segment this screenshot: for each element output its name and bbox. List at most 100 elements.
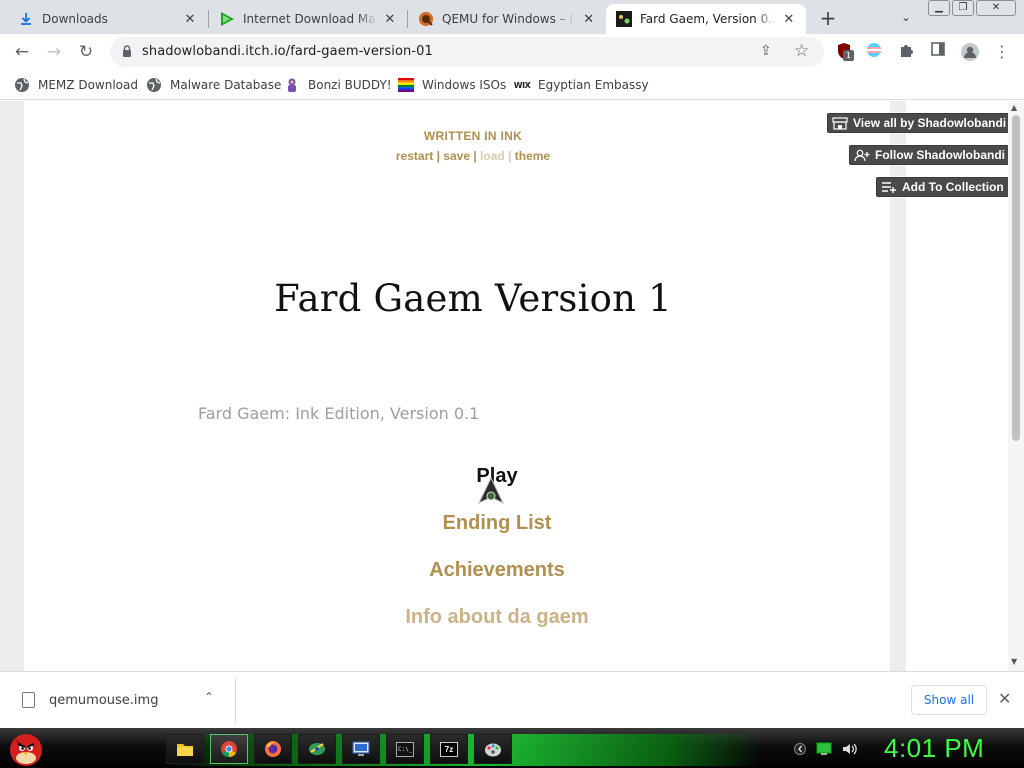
start-button[interactable] (6, 728, 46, 768)
new-tab-button[interactable]: + (816, 7, 840, 31)
itch-storefront-icon (832, 116, 848, 130)
bookmark-malware-database[interactable]: Malware Database (146, 77, 281, 93)
tab-fard-gaem[interactable]: Fard Gaem, Version 0.1 b ✕ (606, 4, 806, 34)
close-icon[interactable]: ✕ (182, 11, 198, 27)
profile-avatar-icon[interactable] (960, 42, 980, 62)
tab-label: Internet Download Mana (243, 12, 377, 26)
browser-toolbar: ← → ↻ shadowlobandi.itch.io/fard-gaem-ve… (0, 34, 1024, 70)
load-link[interactable]: load (480, 149, 505, 163)
download-filename: qemumouse.img (49, 693, 159, 708)
taskbar: C:\_ 7z 4:01 PM (0, 728, 1024, 768)
paint-icon (485, 743, 501, 757)
show-all-downloads-button[interactable]: Show all (911, 685, 987, 715)
add-to-collection-button[interactable]: Add To Collection (876, 177, 1009, 197)
choice-info[interactable]: Info about da gaem (0, 606, 994, 629)
button-label: Follow Shadowlobandi (875, 148, 1005, 162)
game-subtitle: Fard Gaem: Ink Edition, Version 0.1 (198, 404, 480, 423)
extension-badge: 1 (843, 50, 854, 61)
bookmarks-bar: MEMZ Download Malware Database Bonzi BUD… (0, 70, 1024, 100)
ublock-extension-icon[interactable]: 1 (834, 42, 854, 62)
taskbar-command-prompt[interactable]: C:\_ (386, 734, 424, 764)
add-user-icon (854, 148, 870, 162)
close-icon[interactable]: ✕ (383, 11, 397, 27)
cmd-icon: C:\_ (396, 741, 414, 757)
scrollbar-thumb[interactable] (1012, 115, 1020, 441)
tab-label: Downloads (42, 12, 108, 26)
file-icon (22, 692, 35, 708)
share-icon[interactable]: ⇪ (760, 43, 772, 59)
taskbar-firefox[interactable] (254, 734, 292, 764)
tab-downloads[interactable]: Downloads ✕ (8, 4, 208, 34)
restart-link[interactable]: restart (396, 149, 433, 163)
taskbar-paint[interactable] (474, 734, 512, 764)
bookmark-windows-isos[interactable]: Windows ISOs (398, 77, 506, 93)
page-scrollbar[interactable]: ▲ ▼ (1008, 101, 1024, 671)
game-title: Fard Gaem Version 1 (274, 277, 672, 320)
save-link[interactable]: save (443, 149, 470, 163)
bookmark-label: Windows ISOs (422, 78, 507, 92)
download-item[interactable]: qemumouse.img ⌃ (0, 678, 236, 724)
taskbar-7zip[interactable]: 7z (430, 734, 468, 764)
address-bar[interactable]: shadowlobandi.itch.io/fard-gaem-version-… (110, 37, 824, 67)
view-all-by-author-button[interactable]: View all by Shadowlobandi (827, 113, 1012, 133)
pride-extension-icon[interactable] (864, 42, 884, 62)
taskbar-app[interactable] (298, 734, 336, 764)
url-text: shadowlobandi.itch.io/fard-gaem-version-… (142, 44, 433, 59)
bookmark-star-icon[interactable]: ☆ (794, 41, 809, 61)
close-icon[interactable]: ✕ (998, 689, 1011, 708)
mouse-cursor-icon (478, 477, 504, 505)
page-viewport: WRITTEN IN INK restart | save | load | t… (0, 101, 1024, 671)
side-panel-icon[interactable] (928, 42, 948, 62)
theme-link[interactable]: theme (515, 149, 550, 163)
ink-controls: restart | save | load | theme (0, 149, 946, 163)
wix-icon: WIX (513, 80, 531, 90)
scroll-down-icon[interactable]: ▼ (1011, 657, 1017, 666)
taskbar-clock[interactable]: 4:01 PM (884, 733, 984, 764)
close-icon[interactable]: ✕ (581, 11, 596, 27)
close-icon[interactable]: ✕ (782, 11, 796, 27)
button-label: View all by Shadowlobandi (853, 116, 1007, 130)
separator: | (473, 149, 477, 163)
explorer-icon (177, 744, 193, 756)
forward-button[interactable]: → (42, 40, 66, 64)
follow-author-button[interactable]: Follow Shadowlobandi (849, 145, 1010, 165)
choice-achievements[interactable]: Achievements (0, 559, 994, 582)
minimize-button[interactable]: ▁ (928, 0, 950, 16)
fard-gaem-icon (616, 11, 632, 27)
tab-search-button[interactable]: ⌄ (896, 7, 916, 27)
back-button[interactable]: ← (10, 40, 34, 64)
download-icon (18, 11, 34, 27)
game-frame (24, 101, 890, 671)
tab-label: QEMU for Windows – Ins (442, 12, 576, 26)
bookmark-label: Egyptian Embassy (538, 78, 649, 92)
chrome-menu-icon[interactable]: ⋮ (992, 42, 1012, 62)
tab-qemu[interactable]: QEMU for Windows – Ins ✕ (408, 4, 606, 34)
extensions-puzzle-icon[interactable] (896, 42, 916, 62)
bookmark-bonzi-buddy[interactable]: Bonzi BUDDY! (284, 77, 392, 93)
window-close-button[interactable]: ✕ (976, 0, 1016, 16)
choice-ending-list[interactable]: Ending List (0, 512, 994, 535)
lock-icon (122, 45, 132, 57)
tab-internet-download-manager[interactable]: Internet Download Mana ✕ (209, 4, 407, 34)
globe-icon (146, 77, 162, 93)
bookmark-memz-download[interactable]: MEMZ Download (14, 77, 138, 93)
window-controls: ▁ ❐ ✕ (928, 0, 1016, 16)
network-icon[interactable] (816, 742, 832, 756)
7zip-icon: 7z (440, 741, 458, 757)
idm-icon (219, 11, 235, 27)
globe-icon (14, 77, 30, 93)
ink-credit: WRITTEN IN INK (423, 129, 523, 143)
taskbar-chrome[interactable] (210, 734, 248, 764)
scroll-up-icon[interactable]: ▲ (1011, 103, 1017, 112)
reload-button[interactable]: ↻ (74, 40, 98, 64)
volume-icon[interactable] (842, 742, 858, 756)
taskbar-monitor[interactable] (342, 734, 380, 764)
bookmark-egyptian-embassy[interactable]: WIX Egyptian Embassy (514, 77, 649, 93)
separator: | (508, 149, 512, 163)
tray-expand-icon[interactable] (794, 742, 806, 756)
playlist-add-icon (881, 180, 897, 194)
chevron-up-icon[interactable]: ⌃ (204, 690, 214, 704)
rainbow-flag-icon (398, 77, 414, 93)
restore-button[interactable]: ❐ (952, 0, 974, 16)
taskbar-explorer[interactable] (166, 734, 204, 764)
